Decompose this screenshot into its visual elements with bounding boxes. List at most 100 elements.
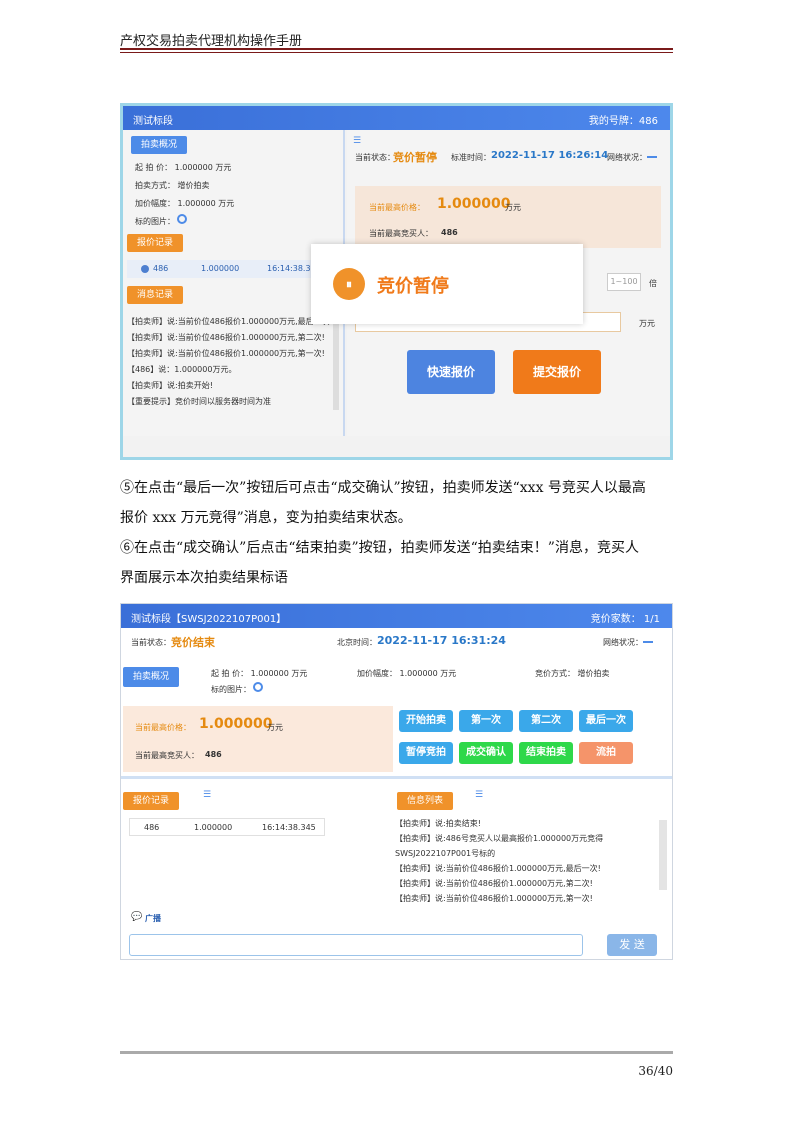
window-titlebar: 测试标段 我的号牌：486 [123, 106, 670, 130]
popup-message: 竞价暂停 [377, 276, 449, 297]
broadcast-label: 广播 [145, 914, 161, 923]
header-rule [120, 48, 673, 50]
my-number: 我的号牌：486 [588, 116, 658, 127]
list-item: 【拍卖师】说:当前价位486报价1.000000万元,最后一次! [395, 864, 601, 873]
second-call-button[interactable]: 第二次 [519, 710, 573, 732]
status-label: 当前状态： [355, 153, 395, 162]
divider [121, 776, 672, 779]
pause-popup: ⏸ 竞价暂停 [311, 244, 583, 324]
last-call-button[interactable]: 最后一次 [579, 710, 633, 732]
send-button[interactable]: 发 送 [607, 934, 657, 956]
text-line: 报价 xxx 万元竞得”消息，变为拍卖结束状态。 [120, 510, 412, 526]
message-list: 【拍卖师】说:当前价位486报价1.000000万元,最后一次 【拍卖师】说:当… [127, 310, 333, 418]
bid-time: 16:14:38.3 [267, 264, 311, 273]
scrollbar[interactable] [333, 310, 339, 410]
quick-bid-button[interactable]: 快速报价 [407, 350, 495, 394]
footer-rule [120, 1051, 673, 1054]
multiplier-input[interactable]: 1~100 [607, 273, 641, 291]
start-price: 起 拍 价： 1.000000 万元 [135, 163, 232, 172]
list-item: 【重要提示】竞价时间以服务器时间为准 [127, 397, 271, 406]
text-line: ⑥在点击“成交确认”后点击“结束拍卖”按钮，拍卖师发送“拍卖结束！”消息，竞买人 [120, 540, 639, 556]
method: 竞价方式： 增价拍卖 [535, 669, 610, 678]
bid-no: 486 [153, 264, 169, 273]
list-icon[interactable]: ☰ [475, 790, 483, 800]
window-titlebar: 测试标段【SWSJ2022107P001】 竞价家数： 1/1 [121, 604, 672, 628]
list-item: 【拍卖师】说:拍卖结束! [395, 819, 481, 828]
bj-time-label: 北京时间： [337, 638, 377, 647]
list-item: 【拍卖师】说:拍卖开始! [127, 381, 213, 390]
pause-bidding-button[interactable]: 暂停竞拍 [399, 742, 453, 764]
top-bidder-value: 486 [205, 750, 222, 759]
window-title: 测试标段【SWSJ2022107P001】 [131, 614, 287, 625]
bj-time-value: 2022-11-17 16:31:24 [377, 634, 506, 647]
tab-info-list[interactable]: 信息列表 [397, 792, 454, 810]
start-auction-button[interactable]: 开始拍卖 [399, 710, 453, 732]
network-label: 网络状况： [607, 153, 647, 162]
list-item: 【拍卖师】说:486号竞买人以最高报价1.000000万元竞得 [395, 834, 604, 843]
tab-overview[interactable]: 拍卖概况 [131, 136, 188, 154]
status-value: 竞价暂停 [393, 151, 437, 164]
end-auction-button[interactable]: 结束拍卖 [519, 742, 573, 764]
submit-bid-button[interactable]: 提交报价 [513, 350, 601, 394]
lot-image-label: 标的图片： [135, 217, 175, 226]
start-price: 起 拍 价： 1.000000 万元 [211, 669, 308, 678]
list-item: 【拍卖师】说:当前价位486报价1.000000万元,最后一次 [127, 317, 330, 326]
table-row: 486 1.000000 16:14:38.3 [127, 260, 337, 278]
control-buttons: 开始拍卖 第一次 第二次 最后一次 暂停竞拍 成交确认 结束拍卖 流拍 [393, 706, 668, 772]
text-line: ⑤在点击“最后一次”按钮后可点击“成交确认”按钮，拍卖师发送“xxx 号竞买人以… [120, 480, 646, 496]
price-box: 当前最高价格： 1.000000 万元 当前最高竞买人： 486 [355, 186, 661, 248]
status-value: 竞价结束 [171, 636, 215, 649]
table-row: 486 1.000000 16:14:38.345 [129, 818, 325, 836]
magnifier-icon[interactable] [253, 682, 263, 692]
instruction-paragraph: ⑤在点击“最后一次”按钮后可点击“成交确认”按钮，拍卖师发送“xxx 号竞买人以… [120, 473, 676, 593]
status-label: 当前状态： [131, 638, 171, 647]
tab-messages[interactable]: 消息记录 [127, 286, 184, 304]
tab-bid-records[interactable]: 报价记录 [123, 792, 180, 810]
pause-icon: ⏸ [333, 268, 365, 300]
increment: 加价幅度： 1.000000 万元 [135, 199, 235, 208]
unit-wan: 万元 [267, 723, 283, 732]
screenshot-auction-paused: 测试标段 我的号牌：486 拍卖概况 起 拍 价： 1.000000 万元 拍卖… [120, 103, 673, 460]
lot-image-label: 标的图片： [211, 685, 251, 694]
screenshot-auction-ended: 测试标段【SWSJ2022107P001】 竞价家数： 1/1 当前状态： 竞价… [120, 603, 673, 960]
header-rule-thin [120, 52, 673, 53]
bid-price: 1.000000 [201, 264, 240, 273]
signal-icon [643, 637, 653, 643]
unit-wan: 万元 [505, 203, 521, 212]
bid-price: 1.000000 [194, 823, 233, 832]
window-title: 测试标段 [133, 116, 173, 127]
highest-value: 1.000000 [437, 196, 511, 212]
list-item: 【拍卖师】说:当前价位486报价1.000000万元,第一次! [395, 894, 593, 902]
auction-method: 拍卖方式： 增价拍卖 [135, 181, 210, 190]
std-time-label: 标准时间： [451, 153, 491, 162]
document-header-title: 产权交易拍卖代理机构操作手册 [120, 34, 303, 49]
magnifier-icon[interactable] [177, 214, 187, 224]
top-bidder-value: 486 [441, 228, 458, 237]
tab-overview[interactable]: 拍卖概况 [123, 667, 180, 687]
highest-label: 当前最高价格： [135, 723, 191, 732]
multiplier-unit: 倍 [649, 279, 657, 288]
list-item: 【拍卖师】说:当前价位486报价1.000000万元,第二次! [127, 333, 325, 342]
input-unit: 万元 [639, 319, 655, 328]
tab-bid-records[interactable]: 报价记录 [127, 234, 184, 252]
bid-time: 16:14:38.345 [262, 823, 316, 832]
message-list: 【拍卖师】说:拍卖结束! 【拍卖师】说:486号竞买人以最高报价1.000000… [395, 816, 655, 902]
signal-icon [647, 152, 657, 158]
list-item: 【486】说：1.000000万元。 [127, 365, 237, 374]
highest-label: 当前最高价格： [369, 203, 425, 212]
increment: 加价幅度： 1.000000 万元 [357, 669, 457, 678]
highest-value: 1.000000 [199, 716, 273, 732]
scrollbar[interactable] [659, 820, 667, 890]
broadcast-input[interactable] [129, 934, 583, 956]
first-call-button[interactable]: 第一次 [459, 710, 513, 732]
list-item: 【拍卖师】说:当前价位486报价1.000000万元,第一次! [127, 349, 325, 358]
broadcast-icon: 💬 [131, 912, 143, 922]
confirm-deal-button[interactable]: 成交确认 [459, 742, 513, 764]
list-icon[interactable]: ☰ [203, 790, 211, 800]
failed-auction-button[interactable]: 流拍 [579, 742, 633, 764]
std-time-value: 2022-11-17 16:26:14 [491, 150, 609, 161]
top-bidder-label: 当前最高竞买人： [135, 751, 199, 760]
top-bidder-label: 当前最高竞买人： [369, 229, 433, 238]
menu-icon[interactable]: ☰ [353, 136, 361, 146]
bid-no: 486 [144, 823, 160, 832]
